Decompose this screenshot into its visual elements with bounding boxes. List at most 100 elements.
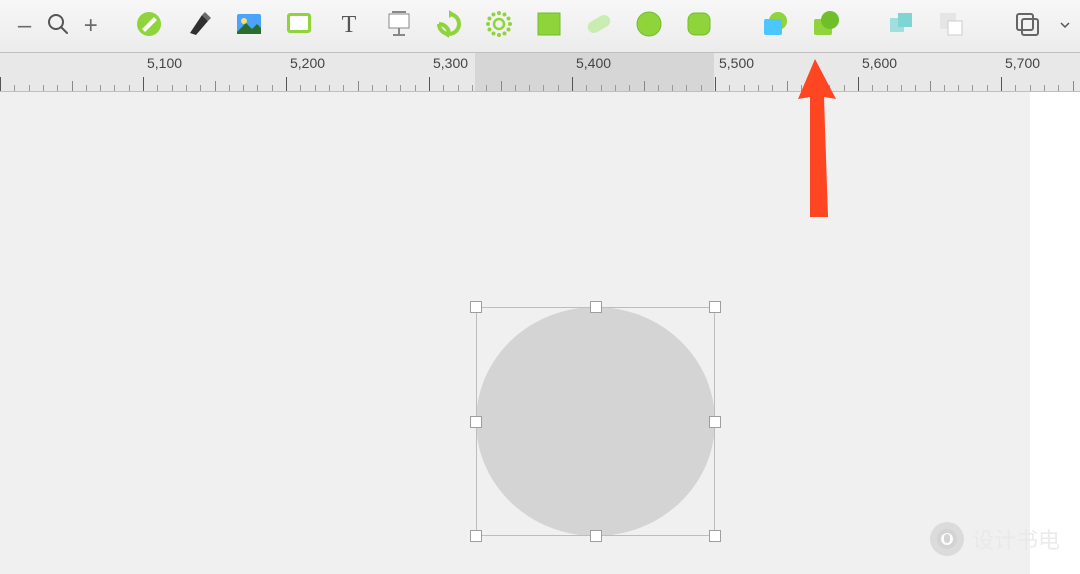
rotate-tool[interactable] — [428, 5, 470, 47]
ruler-label: 5,600 — [862, 55, 897, 71]
selected-shape-group[interactable] — [476, 307, 715, 536]
ruler-tick — [787, 81, 788, 91]
resize-handle[interactable] — [470, 530, 482, 542]
resize-handle[interactable] — [709, 301, 721, 313]
shape-front-tool[interactable] — [804, 5, 846, 47]
pill-tool-icon — [584, 9, 614, 44]
toolbar-overflow-button[interactable] — [1058, 5, 1072, 47]
ruler-label: 5,200 — [290, 55, 325, 71]
union-tool[interactable] — [880, 5, 922, 47]
ruler-label: 5,700 — [1005, 55, 1040, 71]
presentation-tool-icon — [384, 9, 414, 44]
ruler-tick — [858, 77, 859, 91]
artboard-tool[interactable] — [278, 5, 320, 47]
ruler-tick — [286, 77, 287, 91]
ruler-tick — [43, 85, 44, 91]
effects-tool[interactable] — [478, 5, 520, 47]
ruler-tick — [601, 85, 602, 91]
ruler-tick — [615, 85, 616, 91]
ruler-tick — [29, 85, 30, 91]
subtract-tool-icon — [937, 10, 965, 43]
image-tool[interactable] — [228, 5, 270, 47]
text-tool[interactable]: T — [328, 5, 370, 47]
svg-text:T: T — [341, 12, 356, 38]
rectangle-tool[interactable] — [528, 5, 570, 47]
ruler-tick — [400, 85, 401, 91]
layers-tool[interactable] — [1006, 5, 1048, 47]
ruler-label: 5,500 — [719, 55, 754, 71]
ruler-tick — [114, 85, 115, 91]
zoom-out-button[interactable]: – — [8, 5, 41, 47]
ruler-tick — [672, 85, 673, 91]
ruler-tick — [944, 85, 945, 91]
ruler-tick — [57, 85, 58, 91]
image-tool-icon — [235, 10, 263, 43]
ruler-tick — [887, 85, 888, 91]
ruler-tick — [343, 85, 344, 91]
ruler-tick — [72, 81, 73, 91]
resize-handle[interactable] — [470, 416, 482, 428]
resize-handle[interactable] — [470, 301, 482, 313]
ruler-tick — [129, 85, 130, 91]
pill-tool[interactable] — [578, 5, 620, 47]
circle-tool[interactable] — [628, 5, 670, 47]
ruler-tick — [486, 85, 487, 91]
ruler-tick — [543, 85, 544, 91]
ruler-tick — [586, 85, 587, 91]
effects-tool-icon — [484, 9, 514, 44]
resize-handle[interactable] — [709, 416, 721, 428]
rounded-rect-tool[interactable] — [678, 5, 720, 47]
canvas-white-region — [1030, 92, 1080, 574]
ruler-tick — [172, 85, 173, 91]
ruler-tick — [972, 85, 973, 91]
pen-tool[interactable] — [178, 5, 220, 47]
ruler-tick — [0, 77, 1, 91]
shape-behind-tool-icon — [760, 9, 790, 44]
ruler-tick — [930, 81, 931, 91]
top-toolbar: – + T — [0, 0, 1080, 53]
ruler-tick — [329, 85, 330, 91]
ruler-tick — [86, 85, 87, 91]
ruler-tick — [772, 85, 773, 91]
ruler-tick — [14, 85, 15, 91]
shape-behind-tool[interactable] — [754, 5, 796, 47]
ruler-tick — [701, 85, 702, 91]
presentation-tool[interactable] — [378, 5, 420, 47]
ruler-tick — [272, 85, 273, 91]
ruler-tick — [801, 85, 802, 91]
shape-front-tool-icon — [810, 9, 840, 44]
magnifier-icon — [45, 11, 71, 42]
canvas-area[interactable] — [0, 92, 1080, 574]
resize-handle[interactable] — [590, 301, 602, 313]
watermark-icon — [930, 522, 964, 556]
ruler-tick — [458, 85, 459, 91]
ruler-tick — [829, 85, 830, 91]
ruler-tick — [758, 85, 759, 91]
watermark-text: 设计书电 — [972, 523, 1060, 555]
ruler-tick — [872, 85, 873, 91]
ruler-tick — [472, 85, 473, 91]
resize-handle[interactable] — [709, 530, 721, 542]
text-tool-icon: T — [335, 10, 363, 43]
ruler-tick — [729, 85, 730, 91]
zoom-tool-button[interactable] — [41, 5, 74, 47]
ruler-tick — [629, 85, 630, 91]
ruler-tick — [358, 81, 359, 91]
ruler-tick — [1030, 85, 1031, 91]
ruler-tick — [443, 85, 444, 91]
ruler-tick — [815, 85, 816, 91]
subtract-tool[interactable] — [930, 5, 972, 47]
horizontal-ruler[interactable]: 5,1005,2005,3005,4005,5005,6005,700 — [0, 53, 1080, 92]
zoom-in-icon: + — [84, 12, 98, 40]
ruler-tick — [100, 85, 101, 91]
zoom-in-button[interactable]: + — [74, 5, 107, 47]
ruler-tick — [243, 85, 244, 91]
selection-bounds — [476, 307, 715, 536]
ruler-tick — [157, 85, 158, 91]
rounded-rect-tool-icon — [685, 10, 713, 43]
chevron-down-icon — [1060, 17, 1070, 35]
paint-tool[interactable] — [128, 5, 170, 47]
ruler-tick — [572, 77, 573, 91]
resize-handle[interactable] — [590, 530, 602, 542]
ruler-tick — [987, 85, 988, 91]
